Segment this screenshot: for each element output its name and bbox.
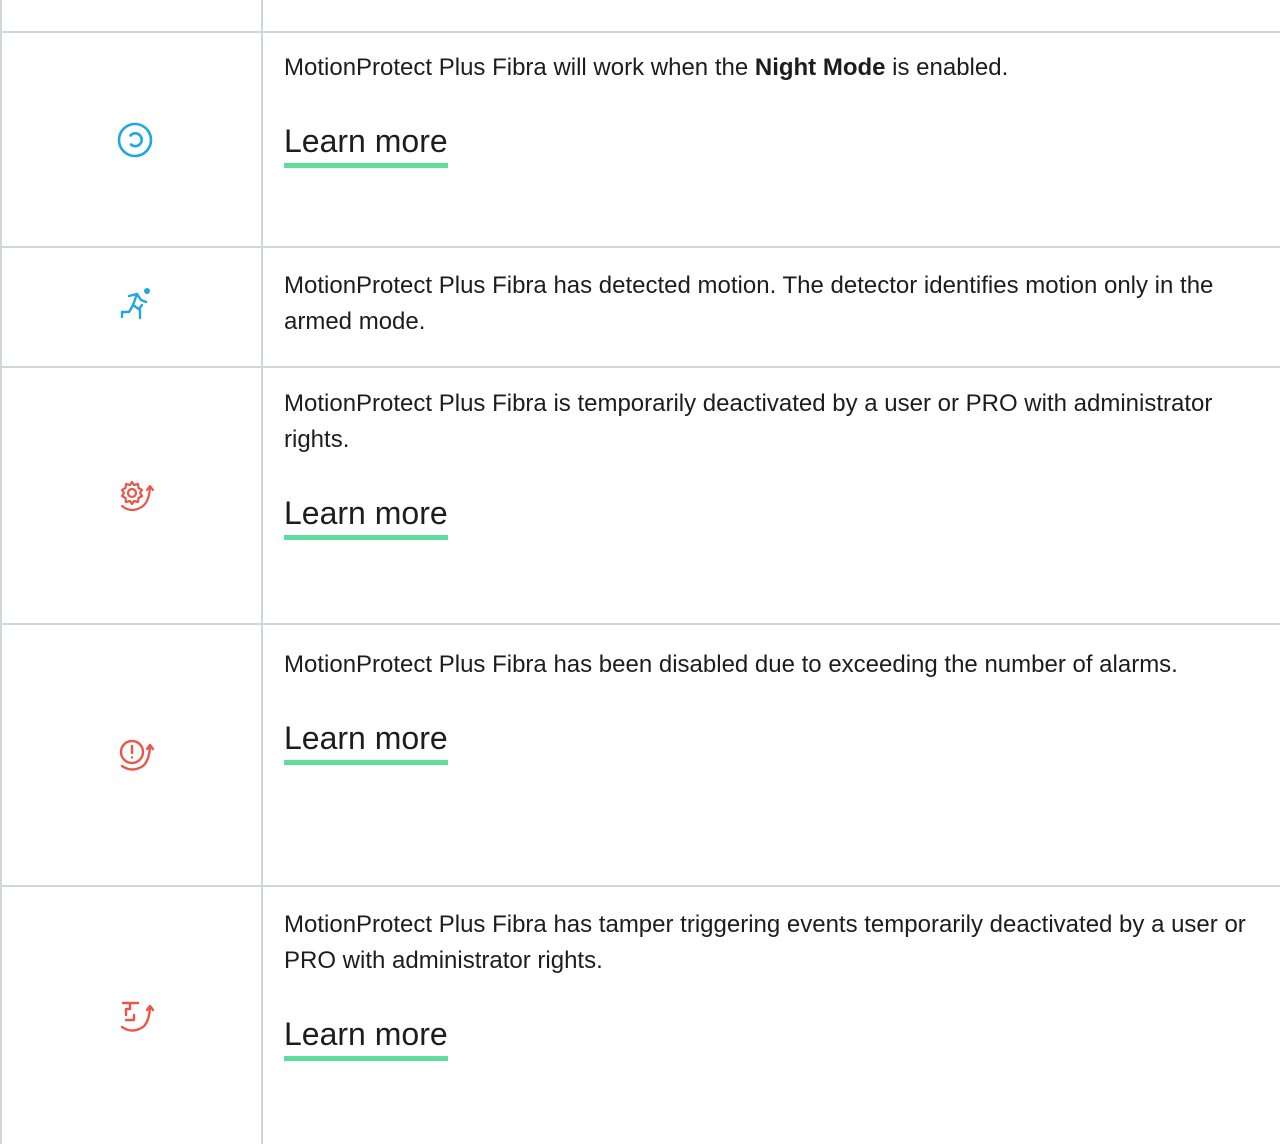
tamper-deactivated-icon (113, 996, 157, 1036)
description-cell: MotionProtect Plus Fibra will work when … (284, 50, 1264, 168)
row-description: MotionProtect Plus Fibra has been disabl… (284, 651, 1178, 678)
description-cell: MotionProtect Plus Fibra has tamper trig… (284, 907, 1264, 1061)
row-description: MotionProtect Plus Fibra will work when … (284, 54, 1009, 81)
temporarily-deactivated-icon (113, 476, 157, 516)
learn-more-link[interactable]: Learn more (284, 122, 448, 168)
icon-cell (8, 368, 262, 623)
description-cell: MotionProtect Plus Fibra has detected mo… (284, 268, 1264, 340)
icon-cell (8, 33, 262, 246)
learn-more-link[interactable]: Learn more (284, 719, 448, 765)
learn-more-link[interactable]: Learn more (284, 494, 448, 540)
icon-cell (8, 887, 262, 1144)
row-description: MotionProtect Plus Fibra has detected mo… (284, 272, 1214, 335)
description-cell: MotionProtect Plus Fibra is temporarily … (284, 386, 1264, 540)
table-left-border (0, 0, 2, 1144)
motion-detected-icon (115, 284, 155, 324)
row-description: MotionProtect Plus Fibra is temporarily … (284, 390, 1213, 453)
learn-more-link[interactable]: Learn more (284, 1015, 448, 1061)
icon-cell (8, 625, 262, 885)
icon-cell (8, 248, 262, 366)
alarm-limit-disabled-icon (113, 735, 157, 775)
night-mode-icon (115, 120, 155, 160)
night-mode-label: Night Mode (754, 54, 886, 81)
description-cell: MotionProtect Plus Fibra has been disabl… (284, 647, 1264, 765)
row-description: MotionProtect Plus Fibra has tamper trig… (284, 911, 1246, 974)
